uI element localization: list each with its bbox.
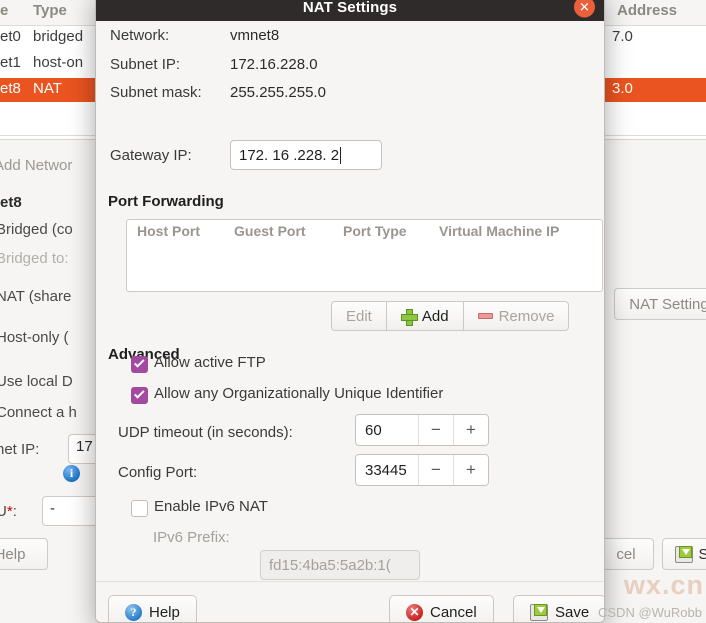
screen: e Type Address et0 bridged 7.0 et1 host-… — [0, 0, 706, 623]
footer-divider — [96, 581, 604, 582]
config-port-value[interactable]: 33445 — [356, 455, 418, 485]
column-header-guest-port: Guest Port — [234, 223, 306, 239]
config-port-spinner[interactable]: 33445 − + — [355, 454, 489, 486]
checkbox-connect-host-label[interactable]: Connect a h — [0, 404, 77, 421]
network-label: Network: — [110, 27, 170, 44]
port-forwarding-table[interactable]: Host Port Guest Port Port Type Virtual M… — [126, 219, 603, 292]
subnet-ip-value: 172.16.228.0 — [230, 56, 318, 73]
subnet-ip-label: net IP: — [0, 441, 40, 458]
checkbox-allow-active-ftp[interactable] — [131, 356, 148, 373]
save-icon — [530, 603, 548, 621]
cell-type: host-on — [33, 54, 84, 71]
dialog-body: Network: vmnet8 Subnet IP: 172.16.228.0 … — [96, 21, 604, 622]
port-forwarding-header: Host Port Guest Port Port Type Virtual M… — [127, 220, 602, 246]
udp-timeout-value[interactable]: 60 — [356, 415, 418, 445]
ipv6-prefix-input[interactable]: fd15:4ba5:5a2b:1( — [260, 550, 420, 580]
dialog-title: NAT Settings — [302, 0, 398, 16]
port-forwarding-heading: Port Forwarding — [108, 193, 224, 210]
close-icon[interactable]: ✕ — [574, 0, 595, 18]
radio-hostonly-label[interactable]: Host-only ( — [0, 329, 69, 346]
text-cursor — [340, 146, 342, 164]
udp-timeout-spinner[interactable]: 60 − + — [355, 414, 489, 446]
config-port-label: Config Port: — [118, 464, 198, 481]
checkbox-local-dhcp-label[interactable]: Use local D — [0, 373, 73, 390]
plus-icon — [400, 308, 418, 326]
save-icon — [675, 545, 694, 563]
udp-timeout-label: UDP timeout (in seconds): — [118, 424, 293, 441]
mtu-label: U*: — [0, 503, 17, 520]
subnet-mask-label: Subnet mask: — [110, 84, 202, 101]
background-cancel-button[interactable]: cel — [598, 538, 654, 570]
column-header-name: e — [0, 2, 9, 19]
subnet-ip-label: Subnet IP: — [110, 56, 181, 73]
config-port-increment[interactable]: + — [453, 455, 488, 485]
column-header-host-port: Host Port — [137, 223, 200, 239]
help-button[interactable]: ? Help — [108, 595, 197, 622]
subnet-mask-value: 255.255.255.0 — [230, 84, 326, 101]
column-header-port-type: Port Type — [343, 223, 407, 239]
ipv6-prefix-label: IPv6 Prefix: — [153, 529, 230, 546]
network-value: vmnet8 — [230, 27, 280, 44]
column-header-type: Type — [33, 2, 67, 19]
cell-type: NAT — [33, 80, 62, 97]
vmnet-heading: et8 — [0, 194, 22, 211]
nat-settings-dialog: NAT Settings ✕ Network: vmnet8 Subnet IP… — [95, 0, 605, 623]
gateway-ip-value: 172. 16 .228. 2 — [239, 146, 340, 164]
gateway-ip-input[interactable]: 172. 16 .228. 2 — [230, 140, 382, 170]
column-header-address: Address — [617, 2, 678, 19]
cell-address: 3.0 — [612, 80, 633, 97]
checkbox-enable-ipv6-nat-label[interactable]: Enable IPv6 NAT — [154, 498, 268, 515]
remove-button[interactable]: Remove — [463, 301, 570, 331]
edit-button[interactable]: Edit — [331, 301, 387, 331]
udp-timeout-increment[interactable]: + — [453, 415, 488, 445]
config-port-decrement[interactable]: − — [418, 455, 453, 485]
cell-name: et1 — [0, 54, 21, 71]
dialog-titlebar: NAT Settings ✕ — [96, 0, 604, 21]
save-button[interactable]: Save — [513, 595, 604, 622]
checkbox-enable-ipv6-nat[interactable] — [131, 500, 148, 517]
cell-name: et0 — [0, 28, 21, 45]
cell-type: bridged — [33, 28, 84, 45]
close-circle-icon: ✕ — [406, 603, 423, 621]
minus-icon — [477, 313, 493, 319]
bridged-to-label: Bridged to: — [0, 250, 69, 267]
cell-address: 7.0 — [612, 28, 633, 45]
background-help-button[interactable]: Help — [0, 538, 48, 570]
add-button[interactable]: Add — [386, 301, 464, 331]
cell-name: et8 — [0, 80, 21, 97]
checkbox-allow-oui[interactable] — [131, 387, 148, 404]
mtu-input[interactable]: - — [42, 496, 100, 526]
checkbox-allow-oui-label[interactable]: Allow any Organizationally Unique Identi… — [154, 385, 443, 402]
udp-timeout-decrement[interactable]: − — [418, 415, 453, 445]
radio-nat-label[interactable]: NAT (share — [0, 288, 71, 305]
info-icon: i — [63, 465, 80, 482]
column-header-virtual-machine-ip: Virtual Machine IP — [439, 223, 560, 239]
question-mark-icon: ? — [125, 603, 142, 621]
port-forwarding-button-group: Edit Add Remove — [331, 301, 570, 331]
add-network-button[interactable]: Add Networ — [0, 157, 72, 174]
radio-bridged-label[interactable]: Bridged (co — [0, 221, 73, 238]
background-save-button[interactable]: S — [662, 538, 706, 570]
cancel-button[interactable]: ✕ Cancel — [389, 595, 494, 622]
gateway-ip-label: Gateway IP: — [110, 147, 192, 164]
checkbox-allow-active-ftp-label[interactable]: Allow active FTP — [154, 354, 266, 371]
nat-settings-button[interactable]: NAT Setting — [614, 288, 706, 320]
